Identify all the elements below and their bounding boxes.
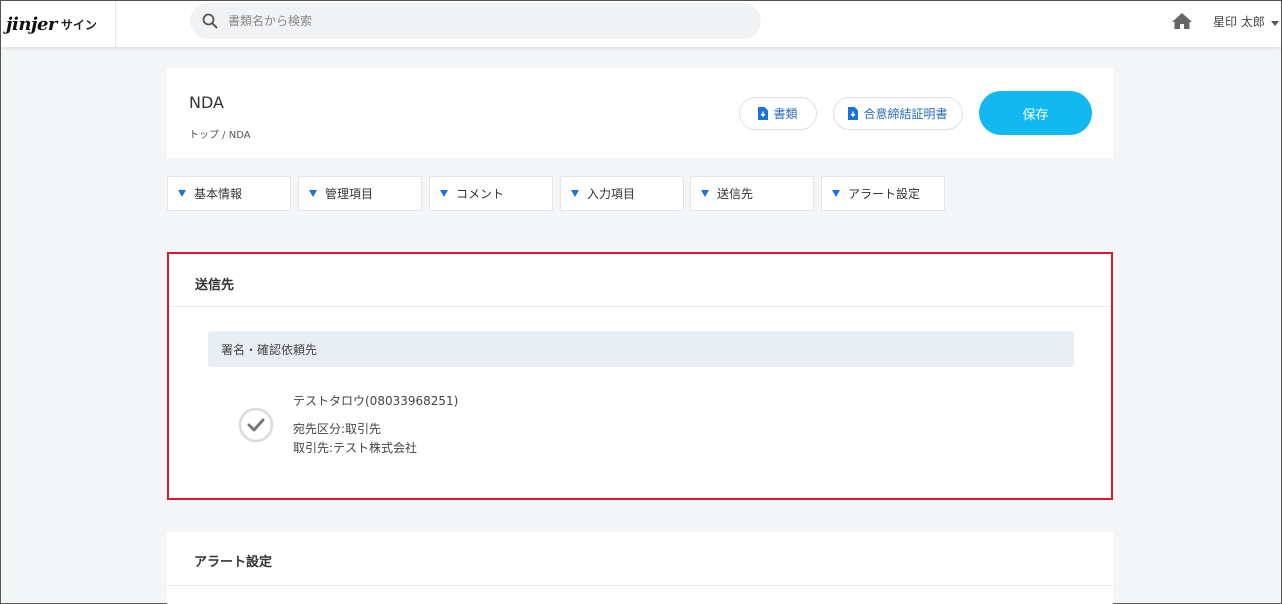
alert-settings-section: アラート設定 [167,532,1113,604]
file-download-icon [848,107,859,120]
file-download-icon [758,107,769,120]
agreement-certificate-button[interactable]: 合意締結証明書 [833,97,963,130]
recipients-section: 送信先 署名・確認依頼先 テストタロウ(08033968251) 宛先区分:取引… [167,252,1113,500]
section-title: 送信先 [195,278,235,293]
recipient-name: テストタロウ(08033968251) [293,394,459,408]
document-header: NDA トップ / NDA 書類 合意締結証明書 保存 [167,68,1113,158]
search-bar[interactable] [190,3,761,39]
logo-subtitle: サイン [60,17,97,32]
caret-down-icon [832,190,840,197]
tab-label: 入力項目 [587,187,636,201]
user-menu-caret-icon[interactable] [1271,21,1279,26]
agreement-certificate-label: 合意締結証明書 [863,107,948,121]
tab-input-fields[interactable]: 入力項目 [560,176,684,211]
caret-down-icon [701,190,709,197]
breadcrumb[interactable]: トップ / NDA [189,126,251,141]
recipient-type: 宛先区分:取引先 [293,422,382,436]
tab-recipients[interactable]: 送信先 [690,176,814,211]
caret-down-icon [178,190,186,197]
tab-label: 基本情報 [194,187,243,201]
tab-label: コメント [456,187,505,201]
tab-basic-info[interactable]: 基本情報 [167,176,291,211]
logo-wordmark: jinjer [6,13,57,35]
documents-button[interactable]: 書類 [739,97,817,130]
tab-label: 送信先 [717,187,754,201]
app-logo[interactable]: jinjer サイン [1,1,116,47]
tab-label: アラート設定 [848,187,921,201]
tab-management-items[interactable]: 管理項目 [298,176,422,211]
check-circle-icon [238,407,274,443]
home-icon[interactable] [1171,11,1193,31]
divider [167,585,1113,586]
documents-button-label: 書類 [773,107,798,121]
signature-request-header: 署名・確認依頼先 [208,331,1074,367]
caret-down-icon [571,190,579,197]
user-name[interactable]: 星印 太郎 [1213,13,1265,30]
caret-down-icon [309,190,317,197]
save-button[interactable]: 保存 [979,91,1092,135]
divider [169,306,1111,307]
search-input[interactable] [228,14,728,28]
page-title: NDA [189,93,224,112]
section-title: アラート設定 [194,555,273,570]
caret-down-icon [440,190,448,197]
top-bar: jinjer サイン 星印 太郎 [1,1,1281,47]
tab-label: 管理項目 [325,187,374,201]
tab-alert-settings[interactable]: アラート設定 [821,176,945,211]
tab-comments[interactable]: コメント [429,176,553,211]
recipient-company: 取引先:テスト株式会社 [293,441,418,455]
search-icon [202,13,218,29]
